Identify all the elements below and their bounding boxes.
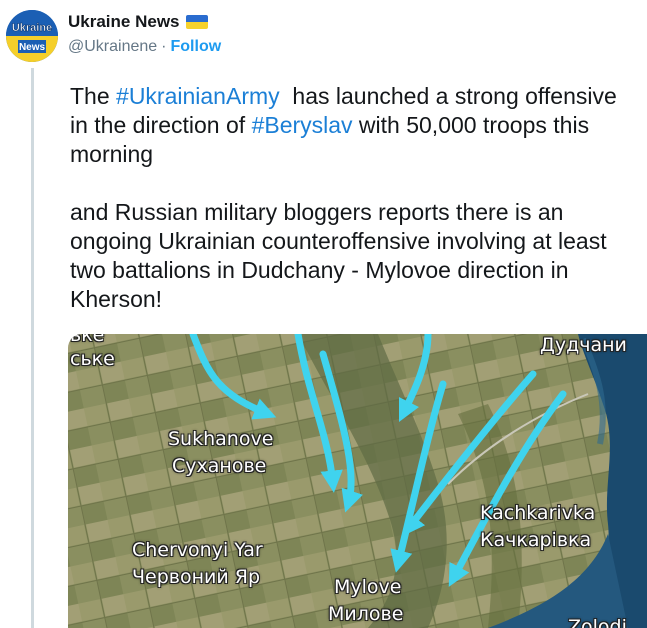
map-label-chervonyi-uk: Червоний Яр [132,566,261,588]
map-label-sukhanove-en: Sukhanove [168,428,274,450]
map-image[interactable]: ьке ське Дудчани Sukhanove Суханове Cher… [68,334,647,628]
tweet-text-part: The [70,83,117,109]
map-label-partial-left: ське [70,348,115,370]
map-label-kachkarivka-uk: Качкарівка [480,529,592,551]
map-label-zolota-partial: Zolodi [568,616,627,628]
ukraine-flag-icon [185,15,208,29]
hashtag-beryslav[interactable]: #Beryslav [252,112,353,138]
follow-button[interactable]: Follow [171,38,222,56]
author-handle-row: @Ukrainene · Follow [68,38,221,56]
tweet-paragraph-2: and Russian military bloggers reports th… [70,199,613,312]
author-handle[interactable]: @Ukrainene [68,38,157,56]
map-label-mylove-en: Mylove [334,576,402,598]
map-label-kachkarivka-en: Kachkarivka [480,502,596,524]
svg-text:Ukraine: Ukraine [12,22,52,34]
hashtag-ukrainianarmy[interactable]: #UkrainianArmy [116,83,280,109]
map-label-mylove-uk: Милове [328,603,404,625]
map-label-partial-top: ьке [70,334,105,346]
avatar[interactable]: Ukraine News [6,10,58,62]
svg-text:News: News [19,42,46,53]
separator-dot: · [161,38,167,55]
map-label-sukhanove-uk: Суханове [172,455,267,477]
map-label-chervonyi-en: Chervonyi Yar [132,539,263,561]
map-label-dudchany: Дудчани [540,334,627,356]
tweet-text: The #UkrainianArmy has launched a strong… [70,82,635,314]
author-display-name[interactable]: Ukraine News [68,12,180,32]
thread-line [31,68,34,628]
ukraine-news-logo-icon: Ukraine News [6,10,58,62]
author-name-row: Ukraine News [68,12,208,32]
